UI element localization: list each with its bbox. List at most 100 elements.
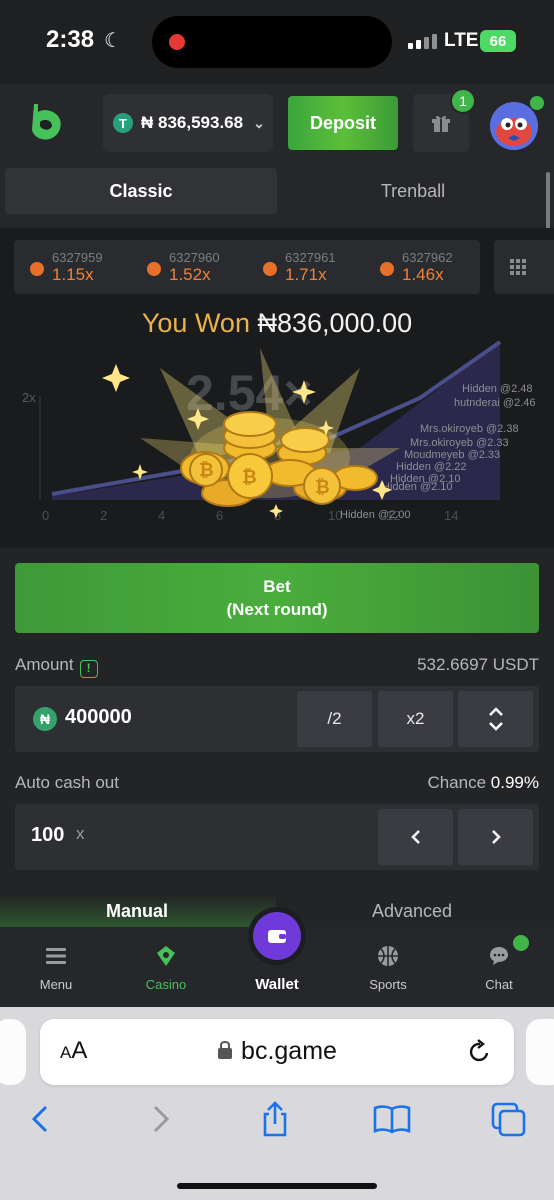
chevron-right-icon [153,1105,170,1133]
round-id: 6327961 [285,250,336,265]
increase-button[interactable] [458,809,533,865]
crash-graph: 2x 0 2 4 6 8 10 12 14 2.54× Hidden @2.48… [22,340,536,523]
round-multiplier: 1.71x [285,265,327,284]
bookmarks-button[interactable] [367,1097,417,1141]
nav-chat[interactable]: Chat [459,941,539,992]
chance-value: 0.99% [490,773,539,792]
cashout-label: Mrs.okiroyeb @2.33 [410,437,509,449]
svg-text:₿: ₿ [242,467,257,488]
book-icon [373,1105,411,1134]
basketball-icon [378,946,398,966]
chat-icon [490,947,508,965]
next-tab-preview[interactable] [526,1019,554,1085]
chevron-left-icon [31,1105,48,1133]
round-history: 6327959 1.15x 6327960 1.52x 6327961 1.71… [14,240,480,294]
x-tick: 14 [444,508,458,523]
nav-menu-label: Menu [39,977,73,992]
cashout-label: hutnderai @2.46 [454,397,536,409]
battery-icon: 66 [480,30,516,52]
url-display[interactable]: bc.game [40,1037,514,1066]
chevron-right-icon [491,830,501,844]
lock-icon [218,1041,233,1059]
balance-value: ₦ 836,593.68 [141,113,244,132]
avatar-image [490,102,538,150]
casino-icon [157,946,175,966]
nav-chat-label: Chat [485,977,513,992]
app-header: T ₦ 836,593.68 ⌄ Deposit 1 [0,84,554,164]
cashout-label: Moudmeyeb @2.33 [404,449,500,461]
chance-display: Chance 0.99% [427,773,539,793]
double-button[interactable]: x2 [378,691,453,747]
tab-trenball[interactable]: Trenball [278,168,548,214]
browser-toolbar: AA bc.game [0,1007,554,1200]
reload-icon[interactable] [468,1038,492,1066]
home-indicator [177,1183,377,1189]
round-id: 6327959 [52,250,103,265]
round-id: 6327960 [169,250,220,265]
amount-input[interactable]: 400000 [65,706,132,729]
auto-cashout-label: Auto cash out [15,773,119,792]
cashout-label: Hidden @2.10 [382,481,453,493]
moon-icon: ☾ [104,30,122,52]
auto-cashout-suffix: x [76,824,85,843]
address-bar[interactable]: AA bc.game [40,1019,514,1085]
bet-label: Bet [263,577,291,596]
nav-casino-label: Casino [145,977,187,992]
round-multiplier: 1.52x [169,265,211,284]
menu-icon [46,948,66,964]
orange-dot-icon [30,262,44,276]
half-button[interactable]: /2 [297,691,372,747]
bottom-nav: Menu Casino Wallet Sports Chat [0,907,554,1007]
cashout-label: Hidden @2.48 [462,383,533,395]
avatar[interactable] [490,102,538,150]
bet-sublabel: (Next round) [226,600,328,619]
orange-dot-icon [263,262,277,276]
x-tick: 6 [216,508,223,523]
auto-cashout-input[interactable]: 100 [31,824,64,847]
bet-button[interactable]: Bet (Next round) [15,563,539,633]
gift-icon [432,115,450,132]
round-multiplier: 1.15x [52,265,94,284]
nav-sports[interactable]: Sports [348,941,428,992]
chat-notification-dot [513,935,529,951]
chance-label: Chance [427,773,487,792]
crash-game-panel: 6327959 1.15x 6327960 1.52x 6327961 1.71… [0,228,554,548]
x-tick: 0 [42,508,49,523]
orange-dot-icon [147,262,161,276]
grid-icon [510,259,526,275]
wallet-icon [268,930,286,943]
nav-casino[interactable]: Casino [126,941,206,992]
tab-advanced[interactable]: Advanced [372,901,452,922]
tab-manual[interactable]: Manual [106,901,168,922]
tabs-button[interactable] [484,1097,534,1141]
chevron-up-down-icon [488,707,503,731]
deposit-button[interactable]: Deposit [288,96,398,150]
info-icon[interactable]: ! [79,660,98,678]
amount-stepper-button[interactable] [458,691,533,747]
signal-icon [408,34,437,49]
wallet-button[interactable] [248,907,306,965]
amount-input-box: ₦ 400000 /2 x2 [15,686,539,752]
nav-menu[interactable]: Menu [16,941,96,992]
round-id: 6327962 [402,250,453,265]
bc-logo-icon[interactable] [28,102,64,142]
balance-selector[interactable]: T ₦ 836,593.68 ⌄ [103,94,273,152]
auto-cashout-box: 100 x [15,804,539,870]
dynamic-island [152,16,392,68]
decrease-button[interactable] [378,809,453,865]
network-label: LTE [444,30,479,51]
history-grid-button[interactable] [494,240,554,294]
forward-button[interactable] [136,1097,186,1141]
gift-badge: 1 [450,88,476,114]
nav-wallet-label[interactable]: Wallet [237,976,317,993]
round-multiplier: 1.46x [402,265,444,284]
amount-row: Amount! 532.6697 USDT [15,655,539,678]
previous-tab-preview[interactable] [0,1019,26,1085]
chevron-left-icon [410,830,420,844]
tab-classic[interactable]: Classic [5,168,277,214]
amount-label: Amount [15,655,74,674]
back-button[interactable] [15,1097,65,1141]
auto-cashout-row: Auto cash out Chance 0.99% [15,773,539,793]
recording-dot-icon [169,34,185,50]
share-button[interactable] [250,1097,300,1141]
